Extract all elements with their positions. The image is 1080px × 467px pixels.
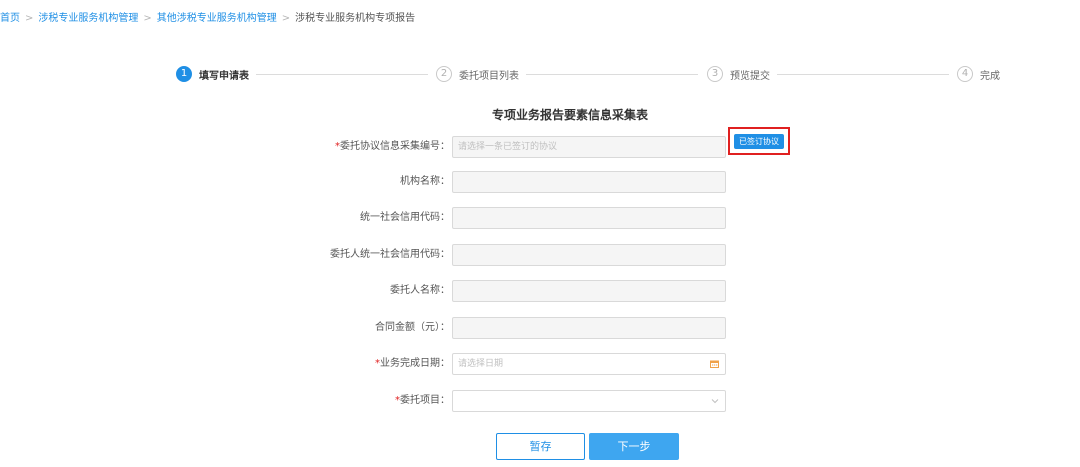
client-name-field[interactable] bbox=[452, 280, 726, 302]
step-number: 2 bbox=[436, 66, 452, 82]
form-row-entrusted-project: *委托项目： bbox=[0, 390, 1080, 412]
chevron-down-icon[interactable] bbox=[711, 398, 719, 404]
step-number: 4 bbox=[957, 66, 973, 82]
form-row-client-name: 委托人名称： bbox=[0, 280, 1080, 302]
signed-agreement-button[interactable]: 已签订协议 bbox=[734, 134, 784, 149]
field-label: *委托项目： bbox=[395, 395, 450, 406]
org-name-field[interactable] bbox=[452, 171, 726, 193]
step-number: 1 bbox=[176, 66, 192, 82]
form-title: 专项业务报告要素信息采集表 bbox=[491, 108, 648, 122]
field-label: 合同金额（元）： bbox=[375, 322, 450, 333]
client-credit-code-field[interactable] bbox=[452, 244, 726, 266]
signed-agreement-highlight: 已签订协议 bbox=[728, 127, 790, 155]
progress-steps: 1 填写申请表 2 委托项目列表 3 预览提交 4 完成 bbox=[0, 0, 1080, 100]
step-connector bbox=[777, 74, 949, 75]
form-row-contract-amount: 合同金额（元）： bbox=[0, 317, 1080, 339]
step-number: 3 bbox=[707, 66, 723, 82]
step-connector bbox=[526, 74, 698, 75]
step-preview-submit: 3 预览提交 bbox=[707, 65, 770, 83]
step-fill-application: 1 填写申请表 bbox=[176, 65, 249, 83]
step-label: 预览提交 bbox=[730, 70, 770, 82]
step-label: 委托项目列表 bbox=[459, 70, 519, 82]
form-row-agreement-number: *委托协议信息采集编号： 请选择一条已签订的协议 bbox=[0, 136, 1080, 158]
calendar-icon[interactable] bbox=[710, 360, 719, 368]
form-row-client-credit-code: 委托人统一社会信用代码： bbox=[0, 244, 1080, 266]
step-entrusted-projects: 2 委托项目列表 bbox=[436, 65, 519, 83]
save-draft-button[interactable]: 暂存 bbox=[496, 433, 585, 460]
field-label: 委托人名称： bbox=[390, 285, 450, 296]
form-row-org-name: 机构名称： bbox=[0, 171, 1080, 193]
field-label: *业务完成日期： bbox=[375, 358, 450, 369]
date-placeholder: 请选择日期 bbox=[458, 359, 504, 369]
completion-date-picker[interactable]: 请选择日期 bbox=[452, 353, 726, 375]
agreement-number-field[interactable]: 请选择一条已签订的协议 bbox=[452, 136, 726, 158]
step-label: 填写申请表 bbox=[199, 70, 249, 82]
field-label: 机构名称： bbox=[400, 176, 450, 187]
step-complete: 4 完成 bbox=[957, 65, 1000, 83]
credit-code-field[interactable] bbox=[452, 207, 726, 229]
step-connector bbox=[256, 74, 428, 75]
step-label: 完成 bbox=[980, 70, 1000, 82]
field-label: *委托协议信息采集编号： bbox=[335, 141, 450, 152]
form-row-credit-code: 统一社会信用代码： bbox=[0, 207, 1080, 229]
next-step-button[interactable]: 下一步 bbox=[589, 433, 679, 460]
field-label: 统一社会信用代码： bbox=[360, 212, 450, 223]
form-row-completion-date: *业务完成日期： 请选择日期 bbox=[0, 353, 1080, 375]
entrusted-project-select[interactable] bbox=[452, 390, 726, 412]
field-label: 委托人统一社会信用代码： bbox=[330, 249, 450, 260]
contract-amount-field[interactable] bbox=[452, 317, 726, 339]
